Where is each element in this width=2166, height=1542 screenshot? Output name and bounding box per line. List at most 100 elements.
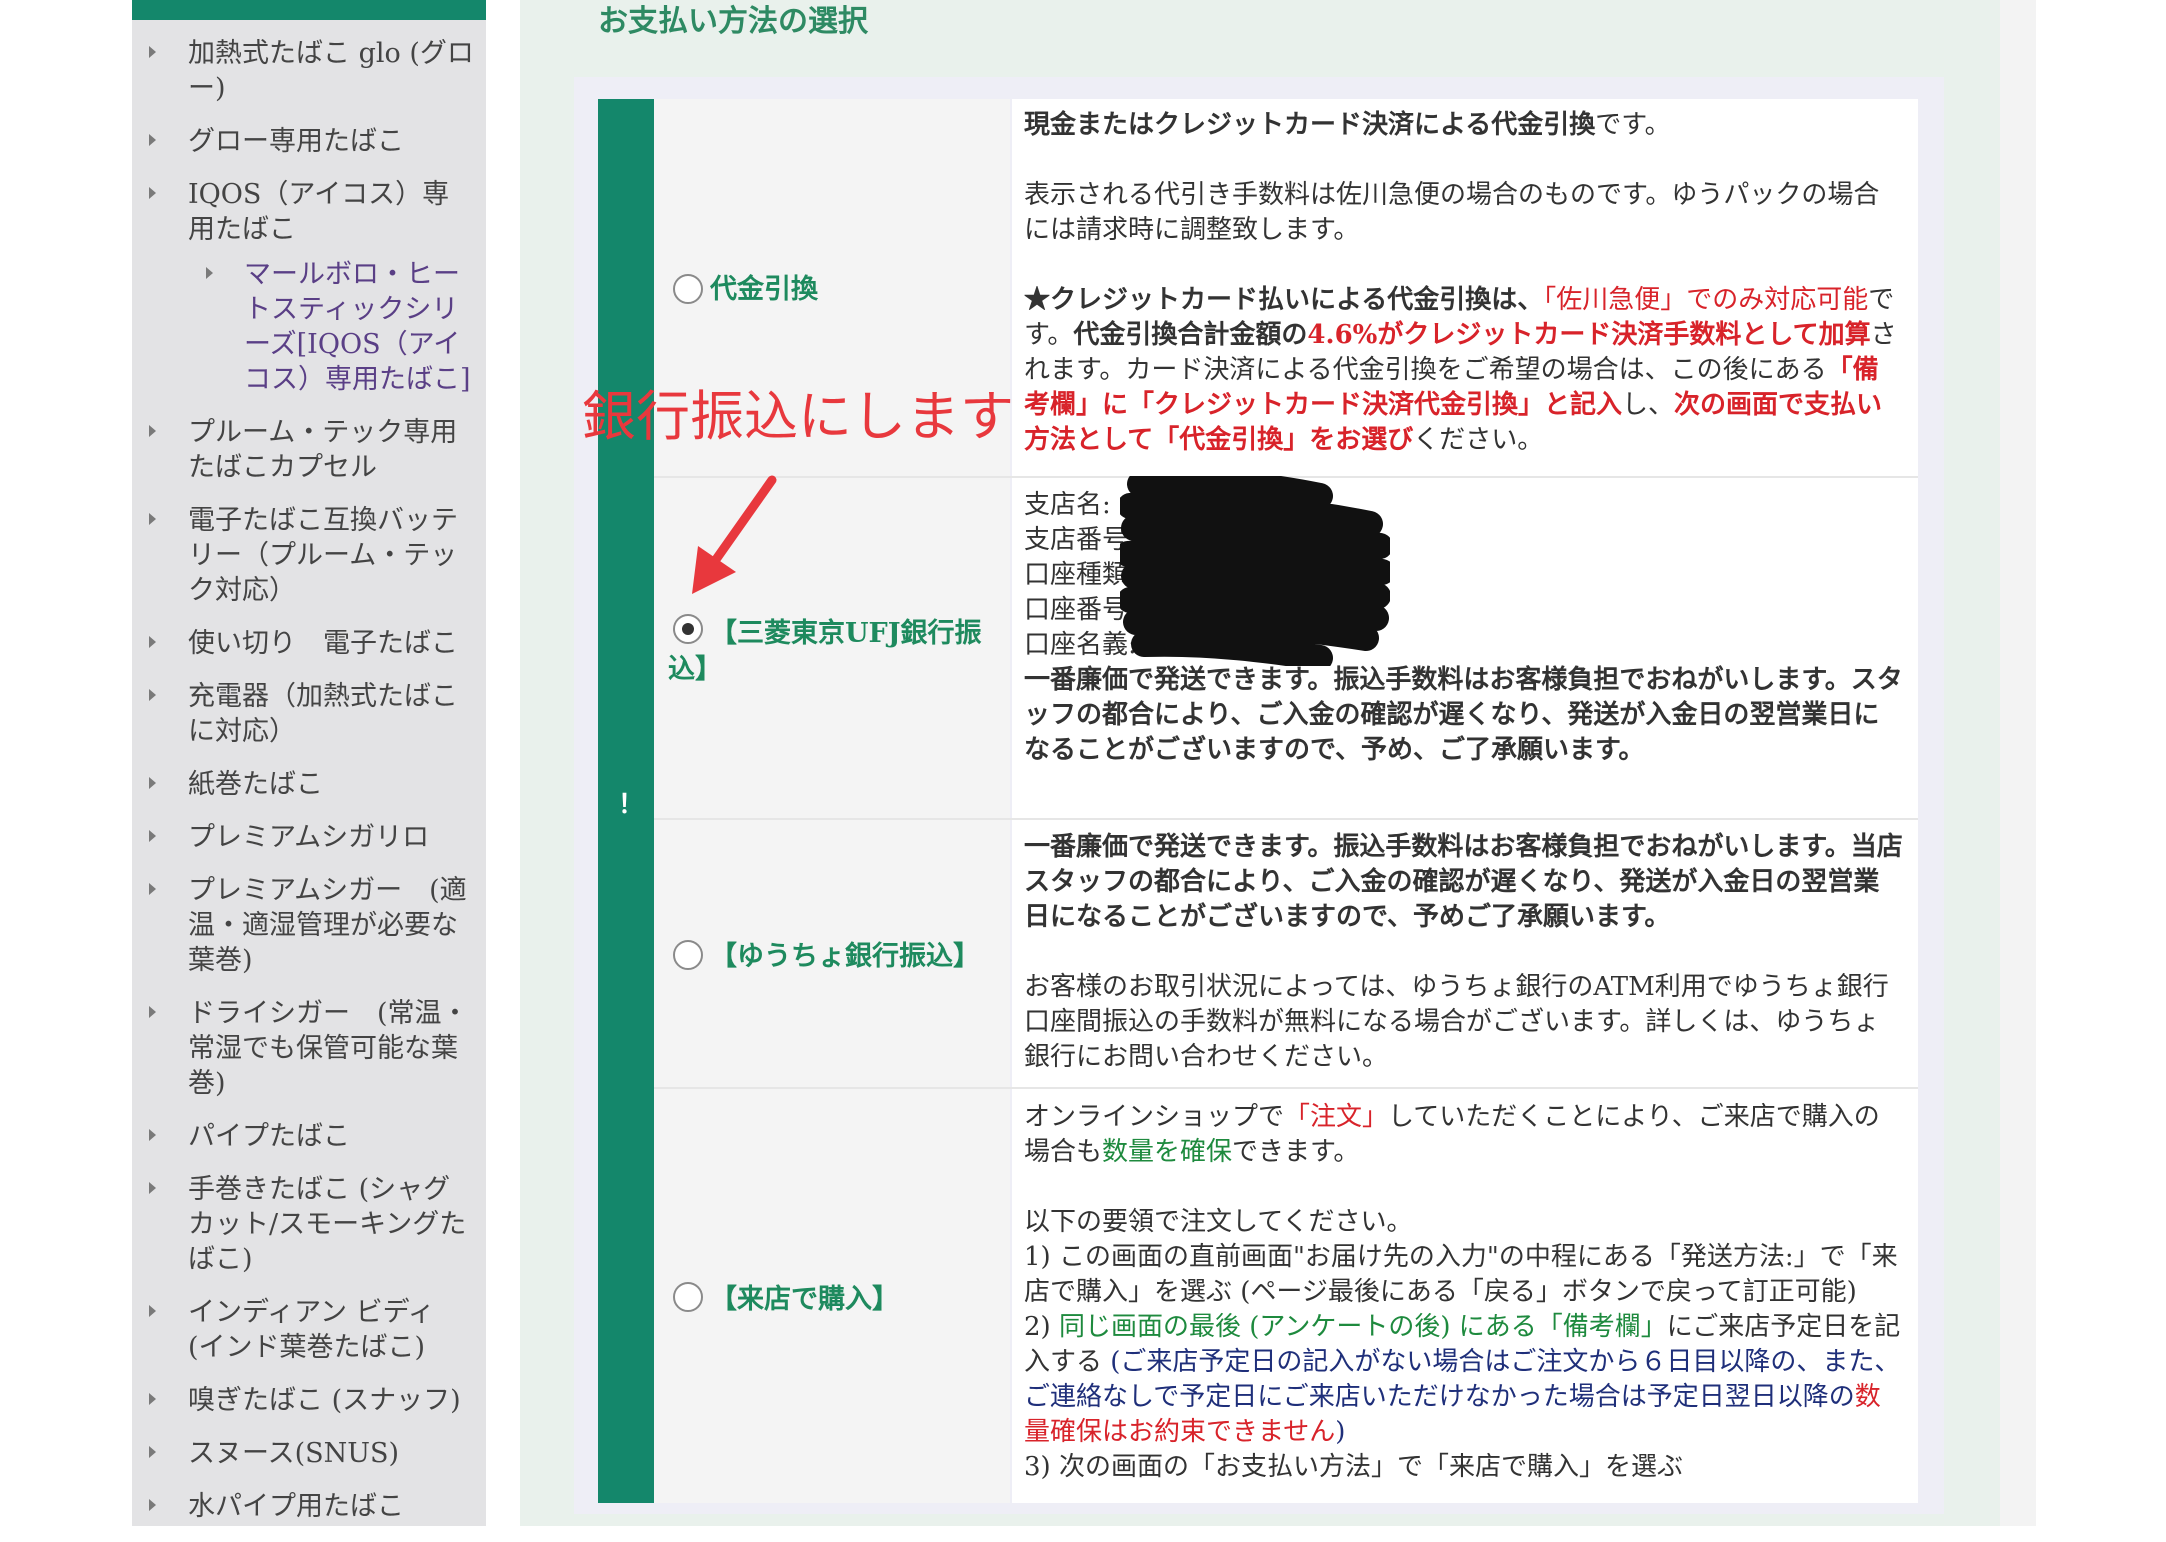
sidebar-item-battery[interactable]: 電子たばこ互換バッテリー（プルーム・テック対応） (132, 503, 486, 608)
store-pickup-option-label[interactable]: 【来店で購入】 (710, 1282, 899, 1318)
yucho-bank-description: 一番廉価で発送できます。振込手数料はお客様負担でおねがいします。当店スタッフの都… (1024, 830, 1904, 1075)
cod-radio[interactable] (673, 274, 703, 304)
yucho-bank-radio[interactable] (673, 940, 703, 970)
row-divider (654, 818, 1918, 820)
annotation-arrow-icon (692, 475, 777, 594)
sidebar-item-dry-cigar[interactable]: ドライシガー (常温・常湿でも保管可能な葉巻) (132, 996, 486, 1101)
sidebar-item-label[interactable]: 電子たばこ互換バッテリー（プルーム・テック対応） (188, 503, 476, 608)
sidebar-item-label[interactable]: プレミアムシガー (適温・適湿管理が必要な葉巻) (188, 873, 476, 978)
sidebar-item-label[interactable]: 充電器（加熱式たばこに対応） (188, 679, 476, 749)
triangle-bullet-icon (149, 1129, 156, 1141)
store-pickup-step-3: 3) 次の画面の「お支払い方法」で「来店で購入」を選ぶ (1024, 1452, 1683, 1482)
sidebar-item-label[interactable]: パイプたばこ (188, 1119, 476, 1154)
store-pickup-step-2: 2) 同じ画面の最後 (アンケートの後) にある「備考欄」にご来店予定日を記入す… (1024, 1310, 1904, 1450)
sidebar-item-glo-tobacco[interactable]: グロー専用たばこ (132, 124, 486, 159)
triangle-bullet-icon (149, 1446, 156, 1458)
sidebar-item-snuff[interactable]: 嗅ぎたばこ (スナッフ) (132, 1383, 486, 1418)
triangle-bullet-icon (149, 513, 156, 525)
sidebar-item-label[interactable]: スヌース(SNUS) (188, 1436, 476, 1471)
text-segment: 同じ画面の最後 (アンケートの後) にある「備考欄」 (1058, 1312, 1667, 1342)
sidebar-header-bar (132, 0, 486, 20)
ufj-bank-note: 一番廉価で発送できます。振込手数料はお客様負担でおねがいします。スタッフの都合に… (1024, 665, 1903, 765)
sidebar-item-cigarillo[interactable]: プレミアムシガリロ (132, 820, 486, 855)
sidebar-item-premium-cigar[interactable]: プレミアムシガー (適温・適湿管理が必要な葉巻) (132, 873, 486, 978)
triangle-bullet-icon (149, 689, 156, 701)
text-segment: ★クレジットカード払いによる代金引換は、 (1024, 285, 1544, 315)
sidebar-item-label[interactable]: 使い切り 電子たばこ (188, 626, 476, 661)
row-divider (654, 1087, 1918, 1089)
text-segment: 2) (1024, 1312, 1059, 1342)
ufj-bank-option-label[interactable]: 【三菱東京UFJ銀行振込】 (668, 616, 998, 688)
sidebar-item-label[interactable]: ドライシガー (常温・常湿でも保管可能な葉巻) (188, 996, 476, 1101)
sidebar-item-label[interactable]: プルーム・テック専用たばこカプセル (188, 415, 476, 485)
annotation-text: 銀行振込にします (582, 385, 1014, 448)
triangle-bullet-icon (149, 1182, 156, 1194)
text-segment: 4.6%がクレジットカード決済手数料として加算 (1307, 320, 1871, 350)
cod-desc-heading: 現金またはクレジットカード決済による代金引換 (1024, 110, 1596, 140)
sidebar-item-label[interactable]: 水パイプ用たばこ (188, 1489, 476, 1524)
sidebar-item-label[interactable]: 紙巻たばこ (188, 767, 476, 802)
sidebar-item-label[interactable]: インディアン ビディ (インド葉巻たばこ) (188, 1295, 476, 1365)
sidebar-item-label[interactable]: 手巻きたばこ (シャグカット/スモーキングたばこ) (188, 1172, 476, 1277)
sidebar-item-charger[interactable]: 充電器（加熱式たばこに対応） (132, 679, 486, 749)
sidebar-item-label[interactable]: プレミアムシガリロ (188, 820, 476, 855)
notice-mark: ！ (618, 790, 645, 820)
cod-desc-credit-note: ★クレジットカード払いによる代金引換は、「佐川急便」でのみ対応可能です。代金引換… (1024, 283, 1904, 458)
page-title: お支払い方法の選択 (598, 4, 868, 39)
sidebar-item-iqos[interactable]: IQOS（アイコス）専用たばこ (132, 177, 486, 247)
text-segment: できます。 (1232, 1137, 1360, 1167)
sidebar-item-disposable[interactable]: 使い切り 電子たばこ (132, 626, 486, 661)
sidebar-subitem-marlboro-heatstick[interactable]: マールボロ・ヒートスティックシリーズ[IQOS（アイコス）専用たばこ] (132, 257, 486, 397)
yucho-bank-atm-note: お客様のお取引状況によっては、ゆうちょ銀行のATM利用でゆうちょ銀行口座間振込の… (1024, 972, 1889, 1072)
triangle-bullet-icon (149, 1499, 156, 1511)
store-pickup-description: オンラインショップで「注文」していただくことにより、ご来店で購入の場合も数量を確… (1024, 1100, 1904, 1485)
text-segment: し、 (1622, 390, 1675, 420)
text-segment: 代金引換合計金額の (1073, 320, 1308, 350)
text-segment: 数量を確保 (1102, 1137, 1233, 1167)
triangle-bullet-icon (149, 187, 156, 199)
sidebar-item-label[interactable]: 嗅ぎたばこ (スナッフ) (188, 1383, 476, 1418)
triangle-bullet-icon (149, 830, 156, 842)
triangle-bullet-icon (149, 46, 156, 58)
triangle-bullet-icon (149, 1305, 156, 1317)
store-pickup-intro: オンラインショップで「注文」していただくことにより、ご来店で購入の場合も数量を確… (1024, 1100, 1904, 1170)
sidebar-item-shisha[interactable]: 水パイプ用たばこ (132, 1489, 486, 1524)
text-segment: (ご来店予定日の記入がない場合はご注文から６日目以降の、また、ご連絡なしで予定日… (1024, 1347, 1901, 1412)
sidebar-item-glo[interactable]: 加熱式たばこ glo (グロー) (132, 36, 486, 106)
cod-option-label[interactable]: 代金引換 (710, 272, 818, 308)
text-segment: ) (1335, 1417, 1346, 1447)
cod-desc-fee-note: 表示される代引き手数料は佐川急便の場合のものです。ゆうパックの場合には請求時に調… (1024, 180, 1880, 245)
yucho-bank-note: 一番廉価で発送できます。振込手数料はお客様負担でおねがいします。当店スタッフの都… (1024, 832, 1903, 932)
triangle-bullet-icon (149, 777, 156, 789)
triangle-bullet-icon (149, 636, 156, 648)
sidebar-item-label[interactable]: マールボロ・ヒートスティックシリーズ[IQOS（アイコス）専用たばこ] (244, 257, 476, 397)
sidebar-item-rolling[interactable]: 手巻きたばこ (シャグカット/スモーキングたばこ) (132, 1172, 486, 1277)
triangle-bullet-icon (149, 425, 156, 437)
store-pickup-radio[interactable] (673, 1282, 703, 1312)
store-pickup-instructions-heading: 以下の要領で注文してください。 (1024, 1207, 1413, 1237)
yucho-bank-option-label[interactable]: 【ゆうちょ銀行振込】 (710, 939, 980, 975)
triangle-bullet-icon (149, 883, 156, 895)
sidebar-item-cigarettes[interactable]: 紙巻たばこ (132, 767, 486, 802)
sidebar-item-ploom-tech[interactable]: プルーム・テック専用たばこカプセル (132, 415, 486, 485)
right-gutter (2000, 0, 2036, 1526)
triangle-bullet-icon (206, 267, 213, 279)
sidebar-item-label[interactable]: グロー専用たばこ (188, 124, 476, 159)
text-segment: 「注文」 (1284, 1102, 1389, 1132)
text-segment: ください。 (1413, 425, 1544, 455)
triangle-bullet-icon (149, 1393, 156, 1405)
triangle-bullet-icon (149, 134, 156, 146)
redaction-scribble (1120, 476, 1390, 666)
triangle-bullet-icon (149, 1006, 156, 1018)
sidebar-item-pipe[interactable]: パイプたばこ (132, 1119, 486, 1154)
cod-description: 現金またはクレジットカード決済による代金引換です。 表示される代引き手数料は佐川… (1024, 108, 1904, 458)
text-segment: 「佐川急便」でのみ対応可能 (1543, 285, 1869, 315)
sidebar-item-label[interactable]: 加熱式たばこ glo (グロー) (188, 36, 476, 106)
text-segment: オンラインショップで (1024, 1102, 1285, 1132)
category-sidebar: 加熱式たばこ glo (グロー) グロー専用たばこ IQOS（アイコス）専用たば… (132, 0, 486, 1526)
sidebar-item-snus[interactable]: スヌース(SNUS) (132, 1436, 486, 1471)
category-list: 加熱式たばこ glo (グロー) グロー専用たばこ IQOS（アイコス）専用たば… (132, 36, 486, 1542)
sidebar-item-label[interactable]: IQOS（アイコス）専用たばこ (188, 177, 476, 247)
sidebar-item-bidi[interactable]: インディアン ビディ (インド葉巻たばこ) (132, 1295, 486, 1365)
cod-desc-heading-tail: です。 (1595, 110, 1671, 140)
